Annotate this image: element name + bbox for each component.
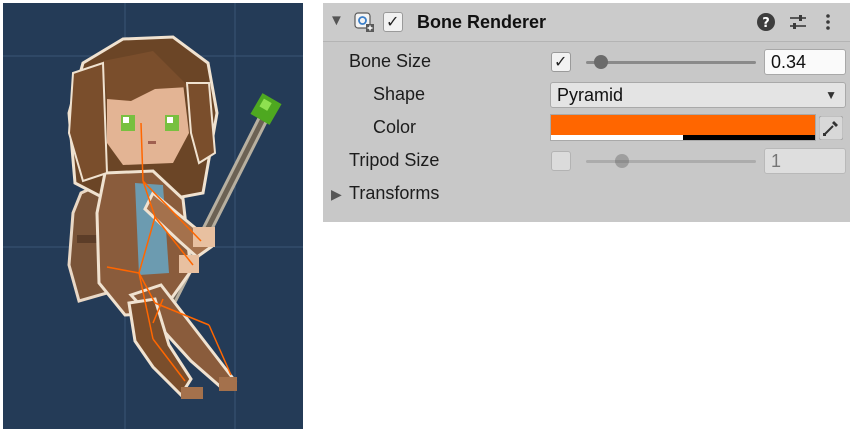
tripod-size-slider-thumb[interactable] (615, 154, 629, 168)
shape-dropdown[interactable]: Pyramid ▼ (550, 82, 846, 108)
help-icon[interactable]: ? (756, 12, 776, 32)
pixel-character-with-bones (3, 3, 303, 429)
checkmark-icon: ✓ (554, 54, 568, 71)
chevron-down-icon: ▼ (825, 88, 837, 102)
shape-label: Shape (373, 84, 426, 104)
tripod-size-input[interactable]: 1 (764, 148, 846, 174)
more-menu-icon[interactable] (823, 12, 833, 32)
component-title: Bone Renderer (417, 12, 547, 32)
hand-lower (179, 255, 199, 273)
component-header[interactable]: ▼ ✓ Bone Renderer ? (323, 3, 850, 42)
tripod-size-label: Tripod Size (349, 150, 440, 170)
bone-size-checkbox[interactable]: ✓ (551, 52, 571, 72)
bone-size-slider-track[interactable] (586, 61, 756, 64)
alpha-bar-fill (551, 135, 683, 140)
shape-dropdown-value: Pyramid (557, 85, 624, 105)
preset-sliders-icon[interactable] (788, 12, 808, 32)
svg-text:?: ? (762, 16, 770, 31)
color-swatch (551, 115, 815, 135)
foldout-down-icon[interactable]: ▼ (329, 12, 344, 29)
foldout-right-icon[interactable]: ▶ (331, 186, 342, 203)
script-component-icon (354, 12, 374, 32)
checkmark-icon: ✓ (386, 14, 400, 31)
eyedropper-icon[interactable] (819, 116, 843, 140)
tripod-size-slider-track[interactable] (586, 160, 756, 163)
color-label: Color (373, 117, 417, 137)
bone-size-slider-thumb[interactable] (594, 55, 608, 69)
bone-size-label: Bone Size (349, 51, 432, 71)
bone-size-input[interactable]: 0.34 (764, 49, 846, 75)
component-enabled-checkbox[interactable]: ✓ (383, 12, 403, 32)
inspector-panel: ▼ ✓ Bone Renderer ? Bone Size ✓ 0.34 Sha… (323, 3, 850, 222)
transforms-foldout-label[interactable]: Transforms (349, 183, 439, 204)
color-field[interactable] (550, 114, 816, 141)
scene-view[interactable] (3, 3, 303, 429)
tripod-size-checkbox[interactable] (551, 151, 571, 171)
